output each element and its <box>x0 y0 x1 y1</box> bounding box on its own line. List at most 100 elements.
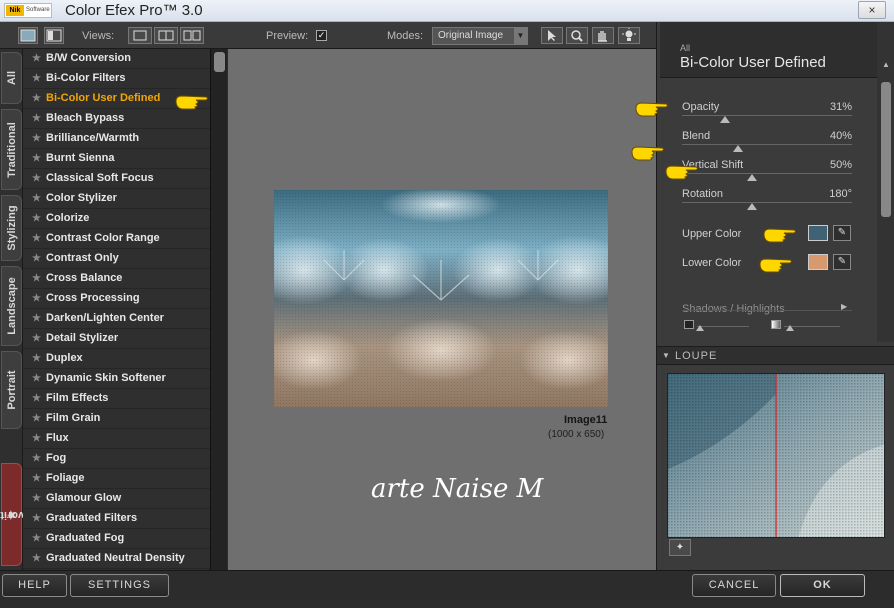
slider-thumb[interactable] <box>733 145 743 152</box>
slider-thumb[interactable] <box>747 203 757 210</box>
loupe-pin-button[interactable]: ✦ <box>669 539 691 556</box>
shadows-slider-track[interactable] <box>697 326 749 327</box>
star-icon[interactable]: ★ <box>32 209 41 228</box>
slider-track[interactable] <box>682 144 852 145</box>
loupe-header[interactable]: ▼ LOUPE <box>657 346 894 365</box>
star-icon[interactable]: ★ <box>32 429 41 448</box>
zoom-tool-button[interactable] <box>566 27 588 44</box>
hand-tool-button[interactable] <box>592 27 614 44</box>
pointer-tool-button[interactable] <box>541 27 563 44</box>
filter-item[interactable]: ★ Film Effects <box>23 389 210 409</box>
help-button[interactable]: HELP <box>2 574 67 597</box>
filter-item[interactable]: ★ Cross Balance <box>23 269 210 289</box>
star-icon[interactable]: ★ <box>32 369 41 388</box>
filter-item[interactable]: ★ Classical Soft Focus <box>23 169 210 189</box>
filter-item[interactable]: ★ Contrast Color Range <box>23 229 210 249</box>
filter-item[interactable]: ★ Graduated Neutral Density <box>23 549 210 569</box>
filter-item[interactable]: ★ Fog <box>23 449 210 469</box>
tab-favorites[interactable]: ★ Favorites <box>0 463 36 566</box>
star-icon[interactable]: ★ <box>32 349 41 368</box>
preview-area[interactable]: Image11 (1000 x 650) arte Naise M <box>228 49 656 570</box>
star-icon[interactable]: ★ <box>32 89 41 108</box>
filter-item[interactable]: ★ Brilliance/Warmth <box>23 129 210 149</box>
filter-item[interactable]: ★ Darken/Lighten Center <box>23 309 210 329</box>
upper-color-eyedropper[interactable]: ✎ <box>833 225 851 241</box>
single-view-button[interactable] <box>18 27 38 44</box>
filter-item[interactable]: ★ Dynamic Skin Softener <box>23 369 210 389</box>
preview-image[interactable] <box>274 190 608 407</box>
view-side-by-side-button[interactable] <box>180 27 204 44</box>
star-icon[interactable]: ★ <box>32 249 41 268</box>
cancel-button[interactable]: CANCEL <box>692 574 776 597</box>
filter-item[interactable]: ★ Contrast Only <box>23 249 210 269</box>
star-icon[interactable]: ★ <box>32 129 41 148</box>
modes-select[interactable]: Original Image ▼ <box>432 27 528 45</box>
split-view-button[interactable] <box>44 27 64 44</box>
filter-item[interactable]: ★ Graduated Fog <box>23 529 210 549</box>
star-icon[interactable]: ★ <box>32 409 41 428</box>
scroll-up-icon[interactable]: ▲ <box>882 60 890 69</box>
star-icon[interactable]: ★ <box>32 469 41 488</box>
slider-thumb[interactable] <box>720 116 731 123</box>
star-icon[interactable]: ★ <box>32 389 41 408</box>
filter-list-scrollbar[interactable] <box>210 49 227 570</box>
filter-item[interactable]: ★ Cross Processing <box>23 289 210 309</box>
tab-landscape[interactable]: Landscape <box>1 266 22 346</box>
preview-checkbox[interactable]: ✓ <box>316 30 327 41</box>
star-icon[interactable]: ★ <box>32 449 41 468</box>
star-icon[interactable]: ★ <box>32 169 41 188</box>
star-icon[interactable]: ★ <box>32 269 41 288</box>
filter-item[interactable]: ★ Glamour Glow <box>23 489 210 509</box>
ok-button[interactable]: OK <box>780 574 865 597</box>
light-tool-button[interactable] <box>618 27 640 44</box>
star-icon[interactable]: ★ <box>32 289 41 308</box>
filter-item-label: Graduated Neutral Density <box>46 552 185 564</box>
lower-color-eyedropper[interactable]: ✎ <box>833 254 851 270</box>
control-panel-scroll-thumb[interactable] <box>881 82 891 217</box>
tab-traditional[interactable]: Traditional <box>1 109 22 190</box>
filter-item[interactable]: ★ Film Grain <box>23 409 210 429</box>
highlights-slider-thumb[interactable] <box>786 325 794 331</box>
view-full-button[interactable] <box>128 27 152 44</box>
star-icon[interactable]: ★ <box>32 109 41 128</box>
slider-thumb[interactable] <box>747 174 757 181</box>
filter-item[interactable]: ★ Duplex <box>23 349 210 369</box>
filter-item[interactable]: ★ B/W Conversion <box>23 49 210 69</box>
filter-item[interactable]: ★ Color Stylizer <box>23 189 210 209</box>
tab-portrait[interactable]: Portrait <box>1 351 22 429</box>
star-icon[interactable]: ★ <box>32 329 41 348</box>
shadows-slider-thumb[interactable] <box>696 325 704 331</box>
filter-list-scroll-thumb[interactable] <box>214 52 225 72</box>
filter-item[interactable]: ★ Graduated Filters <box>23 509 210 529</box>
view-split-button[interactable] <box>154 27 178 44</box>
upper-color-swatch[interactable] <box>808 225 828 241</box>
filter-item[interactable]: ★ Foliage <box>23 469 210 489</box>
star-icon[interactable]: ★ <box>32 549 41 568</box>
tab-all[interactable]: All <box>1 52 22 104</box>
filter-item[interactable]: ★ Burnt Sienna <box>23 149 210 169</box>
settings-button[interactable]: SETTINGS <box>70 574 169 597</box>
star-icon[interactable]: ★ <box>32 509 41 528</box>
tab-stylizing[interactable]: Stylizing <box>1 195 22 261</box>
filter-item[interactable]: ★ Flux <box>23 429 210 449</box>
star-icon[interactable]: ★ <box>32 529 41 548</box>
close-button[interactable]: × <box>858 1 886 19</box>
shadows-highlights-label[interactable]: Shadows / Highlights <box>682 303 785 315</box>
slider-track[interactable] <box>682 173 852 174</box>
slider-track[interactable] <box>682 202 852 203</box>
filter-item[interactable]: ★ Detail Stylizer <box>23 329 210 349</box>
star-icon[interactable]: ★ <box>32 229 41 248</box>
filter-item[interactable]: ★ Bi-Color Filters <box>23 69 210 89</box>
star-icon[interactable]: ★ <box>32 49 41 68</box>
control-panel-scrollbar[interactable]: ▲ <box>877 22 894 342</box>
star-icon[interactable]: ★ <box>32 489 41 508</box>
star-icon[interactable]: ★ <box>32 189 41 208</box>
filter-item[interactable]: ★ Bleach Bypass <box>23 109 210 129</box>
slider-track[interactable] <box>682 115 852 116</box>
hand-pointer-icon <box>763 228 796 243</box>
star-icon[interactable]: ★ <box>32 69 41 88</box>
star-icon[interactable]: ★ <box>32 309 41 328</box>
lower-color-swatch[interactable] <box>808 254 828 270</box>
star-icon[interactable]: ★ <box>32 149 41 168</box>
filter-item[interactable]: ★ Colorize <box>23 209 210 229</box>
